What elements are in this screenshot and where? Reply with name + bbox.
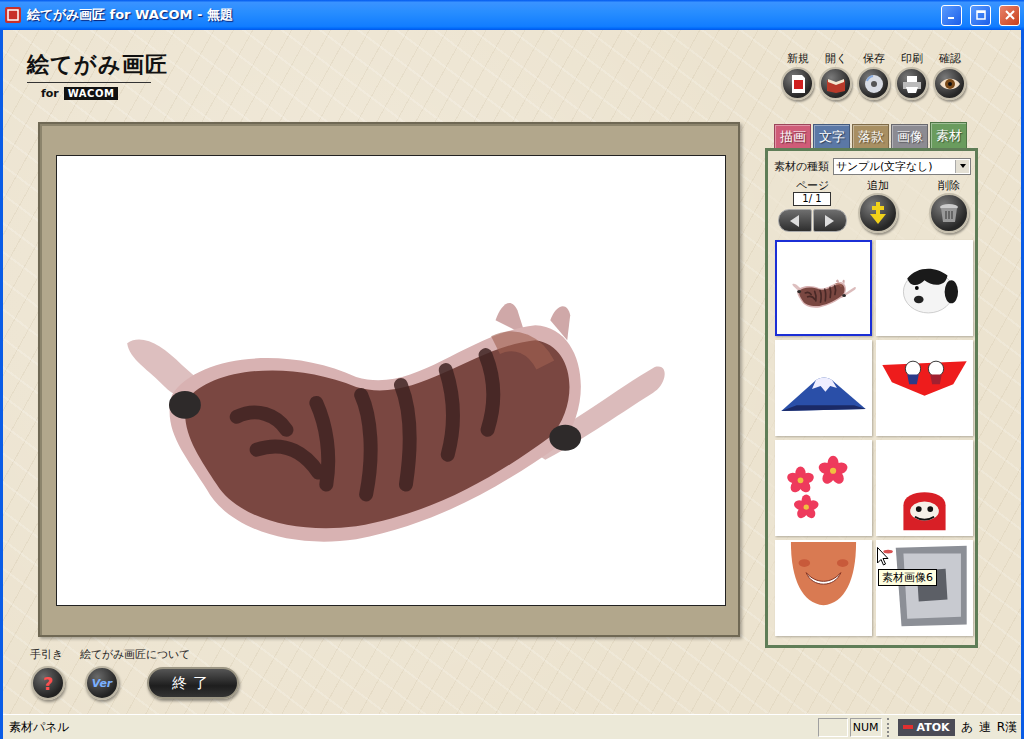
controls-row: ページ1/ 1 追加 削除 [772, 179, 971, 237]
tab[interactable]: 画像 [891, 124, 928, 148]
print-icon [901, 73, 923, 95]
logo-subtitle: for WACOM [27, 87, 118, 100]
ime-key[interactable]: R漢 [997, 719, 1017, 736]
about-label: 絵てがみ画匠について [80, 647, 190, 662]
thumbnail[interactable] [876, 340, 973, 436]
thumbnail-grid [772, 240, 971, 636]
status-text: 素材パネル [7, 719, 816, 736]
right-column: 新規開く保存印刷確認描画文字落款画像素材素材の種類サンプル(文字なし) ページ1/… [765, 30, 978, 714]
ime-badge[interactable]: ATOK [898, 719, 955, 736]
help-button[interactable]: ? [31, 666, 65, 700]
exit-button[interactable]: 終了 [147, 667, 239, 699]
trash-icon [937, 201, 961, 225]
preview-icon [939, 73, 961, 95]
ime-bar[interactable]: ATOK あ連 R漢 [898, 719, 1017, 736]
footer-buttons: ? Ver 終了 [27, 666, 738, 700]
preview-button[interactable]: 確認 [932, 52, 967, 103]
thumbnail[interactable] [775, 340, 872, 436]
logo: 絵てがみ画匠 for WACOM [27, 50, 151, 105]
delete-button[interactable] [929, 193, 969, 233]
open-button[interactable]: 開く [818, 52, 853, 103]
next-page-button[interactable] [813, 209, 847, 232]
logo-title: 絵てがみ画匠 [27, 50, 151, 83]
tab-bar: 描画文字落款画像素材 [765, 122, 978, 148]
tab[interactable]: 素材 [930, 122, 967, 148]
open-icon [825, 73, 847, 95]
cloth-dolls-thumbnail-icon [878, 342, 971, 434]
type-label: 素材の種類 [774, 160, 829, 173]
device-thumbnail-icon [878, 542, 971, 634]
app-icon [5, 7, 21, 23]
tab[interactable]: 描画 [774, 124, 811, 148]
main-area: 絵てがみ画匠 for WACOM 手引き 絵てがみ画匠について? Ver 終了 新規開く保存印… [3, 30, 1021, 714]
type-row: 素材の種類サンプル(文字なし) [772, 157, 971, 175]
footer-labels: 手引き 絵てがみ画匠について [27, 647, 738, 662]
canvas-frame [38, 122, 740, 637]
drawing-canvas[interactable] [56, 155, 726, 606]
delete-group: 削除 [927, 179, 971, 237]
app-window: 絵てがみ画匠 for WACOM - 無題絵てがみ画匠 for WACOM 手引き 絵て… [0, 0, 1024, 739]
grip-icon [887, 718, 893, 737]
mouse-cursor-icon [877, 547, 889, 566]
save-icon [863, 73, 885, 95]
title-bar[interactable]: 絵てがみ画匠 for WACOM - 無題 [0, 0, 1024, 30]
page-group: ページ1/ 1 [776, 179, 848, 237]
help-label: 手引き [30, 647, 63, 662]
num-indicator: NUM [850, 718, 882, 737]
version-button[interactable]: Ver [85, 666, 119, 700]
ime-minus-icon [903, 722, 913, 732]
minimize-button[interactable] [941, 5, 962, 26]
page-label: ページ [796, 179, 829, 192]
thumbnail[interactable] [876, 440, 973, 536]
daruma-thumbnail-icon [878, 442, 971, 534]
window-title: 絵てがみ画匠 for WACOM - 無題 [27, 6, 933, 24]
thumbnail[interactable] [775, 240, 872, 336]
type-select[interactable]: サンプル(文字なし) [833, 158, 971, 175]
new-button[interactable]: 新規 [780, 52, 815, 103]
thumbnail[interactable] [876, 540, 973, 636]
status-field [818, 718, 848, 737]
save-button[interactable]: 保存 [856, 52, 891, 103]
maximize-icon [976, 10, 986, 20]
cat-thumbnail-icon [777, 242, 870, 334]
status-bar: 素材パネル NUM ATOK あ連 R漢 [3, 714, 1021, 739]
left-column: 絵てがみ画匠 for WACOM 手引き 絵てがみ画匠について? Ver 終了 [3, 30, 738, 714]
page-indicator: 1/ 1 [793, 192, 831, 206]
add-arrow-icon [867, 200, 889, 226]
flowers-thumbnail-icon [777, 442, 870, 534]
logo-brand: WACOM [64, 87, 119, 100]
new-icon [787, 73, 809, 95]
print-button[interactable]: 印刷 [894, 52, 929, 103]
tab[interactable]: 文字 [813, 124, 850, 148]
ime-key[interactable]: 連 [979, 719, 991, 736]
dropdown-arrow-icon [955, 160, 969, 173]
tab[interactable]: 落款 [852, 124, 889, 148]
fuji-thumbnail-icon [777, 342, 870, 434]
add-group: 追加 [856, 179, 900, 237]
thumbnail[interactable] [775, 540, 872, 636]
toolbar: 新規開く保存印刷確認 [765, 52, 978, 103]
maximize-button[interactable] [970, 5, 991, 26]
material-panel: 素材の種類サンプル(文字なし) ページ1/ 1 追加 削除素材画像6 [765, 148, 978, 648]
thumbnail[interactable] [876, 240, 973, 336]
minimize-icon [947, 10, 957, 20]
logo-for: for [41, 87, 59, 100]
thumbnail[interactable] [775, 440, 872, 536]
ime-key[interactable]: あ [961, 719, 973, 736]
delete-label: 削除 [938, 179, 960, 192]
close-button[interactable] [999, 5, 1020, 26]
close-icon [1005, 10, 1015, 20]
prev-page-button[interactable] [778, 209, 812, 232]
add-label: 追加 [867, 179, 889, 192]
dog-thumbnail-icon [878, 242, 971, 334]
face-thumbnail-icon [777, 542, 870, 634]
add-button[interactable] [858, 193, 898, 233]
tooltip: 素材画像6 [878, 569, 937, 586]
cat-drawing-icon [57, 156, 725, 605]
